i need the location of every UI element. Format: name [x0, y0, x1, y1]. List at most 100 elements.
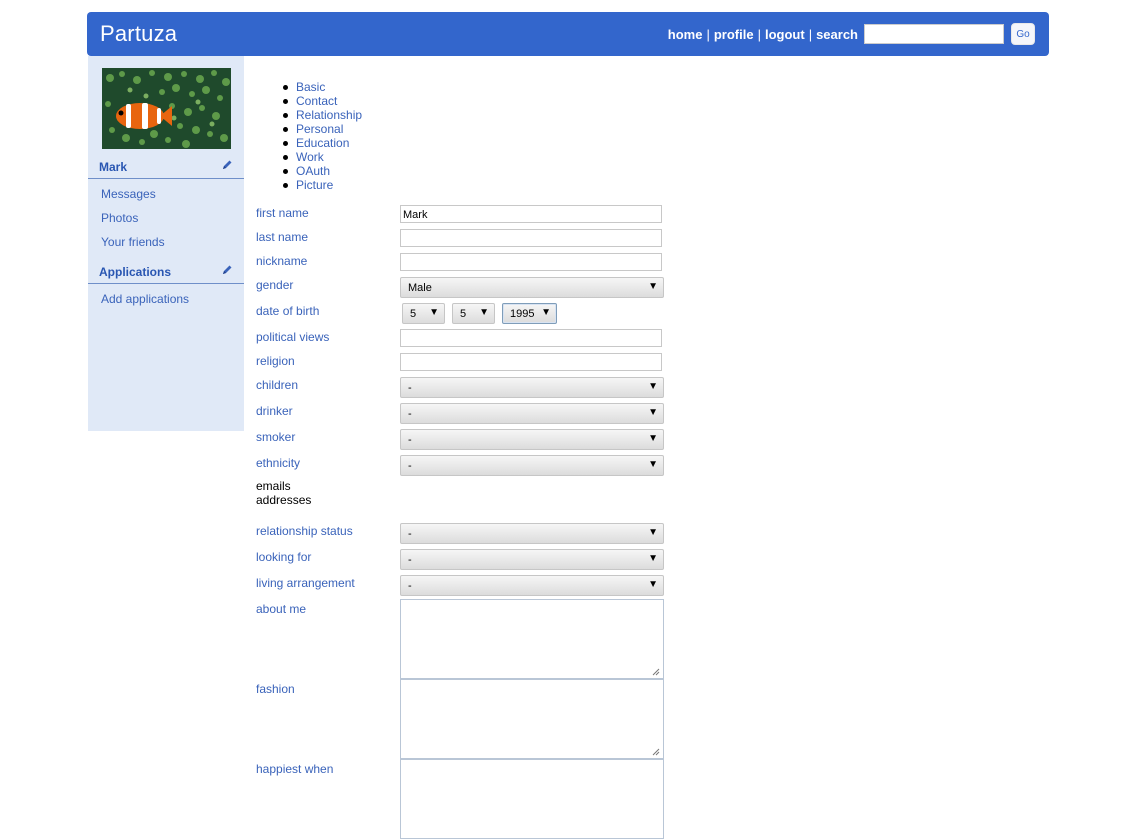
tab-picture-link[interactable]: Picture — [296, 178, 333, 192]
user-name[interactable]: Mark — [99, 160, 127, 174]
tab-oauth: OAuth — [256, 164, 362, 178]
nav-logout-link[interactable]: logout — [765, 27, 805, 42]
tab-personal: Personal — [256, 122, 362, 136]
relationship-status-value: - — [408, 528, 412, 540]
date-of-birth-label: date of birth — [256, 304, 320, 318]
children-value: - — [408, 382, 412, 394]
top-header: Partuza home | profile | logout | search… — [87, 12, 1049, 56]
drinker-value: - — [408, 408, 412, 420]
religion-input[interactable] — [400, 353, 662, 371]
about-me-label: about me — [256, 602, 307, 616]
tab-relationship: Relationship — [256, 108, 362, 122]
living-arrangement-select[interactable]: - ▼ — [400, 575, 664, 596]
last-name-label: last name — [256, 230, 309, 244]
nav-separator: | — [757, 26, 761, 42]
looking-for-value: - — [408, 554, 412, 566]
profile-section-tabs: Basic Contact Relationship Personal Educ… — [256, 80, 362, 192]
dropdown-arrow-icon: ▼ — [648, 407, 658, 418]
sidebar-applications-heading: Applications — [88, 261, 244, 284]
tab-picture: Picture — [256, 178, 362, 192]
happiest-when-textarea[interactable] — [400, 759, 664, 839]
happiest-when-label: happiest when — [256, 762, 334, 776]
political-views-input[interactable] — [400, 329, 662, 347]
nav-profile-link[interactable]: profile — [714, 27, 754, 42]
dob-year-value: 1995 — [510, 308, 535, 320]
dropdown-arrow-icon: ▼ — [648, 381, 658, 392]
relationship-status-select[interactable]: - ▼ — [400, 523, 664, 544]
dropdown-arrow-icon: ▼ — [648, 527, 658, 538]
drinker-label: drinker — [256, 404, 293, 418]
pencil-icon[interactable] — [221, 159, 233, 171]
fashion-label: fashion — [256, 682, 295, 696]
resize-grip-icon[interactable] — [652, 668, 660, 676]
dropdown-arrow-icon: ▼ — [479, 307, 489, 318]
resize-grip-icon[interactable] — [652, 748, 660, 756]
applications-heading[interactable]: Applications — [99, 265, 171, 279]
looking-for-select[interactable]: - ▼ — [400, 549, 664, 570]
profile-photo[interactable] — [102, 68, 231, 149]
first-name-label: first name — [256, 206, 309, 220]
religion-label: religion — [256, 354, 295, 368]
tab-relationship-link[interactable]: Relationship — [296, 108, 362, 122]
nickname-label: nickname — [256, 254, 308, 268]
looking-for-label: looking for — [256, 550, 312, 564]
clownfish-photo — [102, 68, 231, 149]
dropdown-arrow-icon: ▼ — [648, 433, 658, 444]
children-label: children — [256, 378, 299, 392]
nickname-input[interactable] — [400, 253, 662, 271]
sidebar-item-add-applications[interactable]: Add applications — [101, 292, 189, 306]
smoker-label: smoker — [256, 430, 296, 444]
tab-personal-link[interactable]: Personal — [296, 122, 343, 136]
nav-home-link[interactable]: home — [668, 27, 703, 42]
search-input[interactable] — [864, 24, 1004, 44]
nav-separator: | — [706, 26, 710, 42]
dob-year-select[interactable]: 1995 ▼ — [502, 303, 557, 324]
about-me-textarea[interactable] — [400, 599, 664, 679]
gender-select[interactable]: Male ▼ — [400, 277, 664, 298]
dropdown-arrow-icon: ▼ — [648, 281, 658, 292]
tab-work: Work — [256, 150, 362, 164]
tab-basic-link[interactable]: Basic — [296, 80, 325, 94]
living-arrangement-value: - — [408, 580, 412, 592]
tab-contact: Contact — [256, 94, 362, 108]
ethnicity-value: - — [408, 460, 412, 472]
sidebar: Mark Messages Photos Your friends Applic… — [88, 56, 244, 431]
living-arrangement-label: living arrangement — [256, 576, 355, 590]
tab-basic: Basic — [256, 80, 362, 94]
sidebar-user-heading: Mark — [88, 156, 244, 179]
addresses-label: addresses — [256, 493, 312, 507]
smoker-select[interactable]: - ▼ — [400, 429, 664, 450]
last-name-input[interactable] — [400, 229, 662, 247]
children-select[interactable]: - ▼ — [400, 377, 664, 398]
search-go-button[interactable]: Go — [1011, 23, 1035, 45]
relationship-status-label: relationship status — [256, 524, 353, 538]
tab-education: Education — [256, 136, 362, 150]
first-name-input[interactable]: Mark — [400, 205, 662, 223]
tab-contact-link[interactable]: Contact — [296, 94, 337, 108]
dob-day-value: 5 — [410, 308, 417, 320]
sidebar-item-your-friends[interactable]: Your friends — [101, 235, 165, 249]
sidebar-item-photos[interactable]: Photos — [101, 211, 138, 225]
tab-education-link[interactable]: Education — [296, 136, 349, 150]
drinker-select[interactable]: - ▼ — [400, 403, 664, 424]
fashion-textarea[interactable] — [400, 679, 664, 759]
dob-day-select[interactable]: 5 ▼ — [402, 303, 445, 324]
gender-value: Male — [408, 282, 432, 294]
nav-separator: | — [808, 26, 813, 42]
dropdown-arrow-icon: ▼ — [648, 553, 658, 564]
dob-month-select[interactable]: 5 ▼ — [452, 303, 495, 324]
tab-work-link[interactable]: Work — [296, 150, 324, 164]
political-views-label: political views — [256, 330, 330, 344]
dropdown-arrow-icon: ▼ — [648, 459, 658, 470]
dropdown-arrow-icon: ▼ — [648, 579, 658, 590]
dropdown-arrow-icon: ▼ — [429, 307, 439, 318]
pencil-icon[interactable] — [221, 264, 233, 276]
site-logo[interactable]: Partuza — [100, 21, 177, 47]
gender-label: gender — [256, 278, 294, 292]
tab-oauth-link[interactable]: OAuth — [296, 164, 330, 178]
dob-month-value: 5 — [460, 308, 467, 320]
search-label: search — [816, 26, 858, 42]
ethnicity-select[interactable]: - ▼ — [400, 455, 664, 476]
sidebar-item-messages[interactable]: Messages — [101, 187, 156, 201]
emails-label: emails — [256, 479, 291, 493]
